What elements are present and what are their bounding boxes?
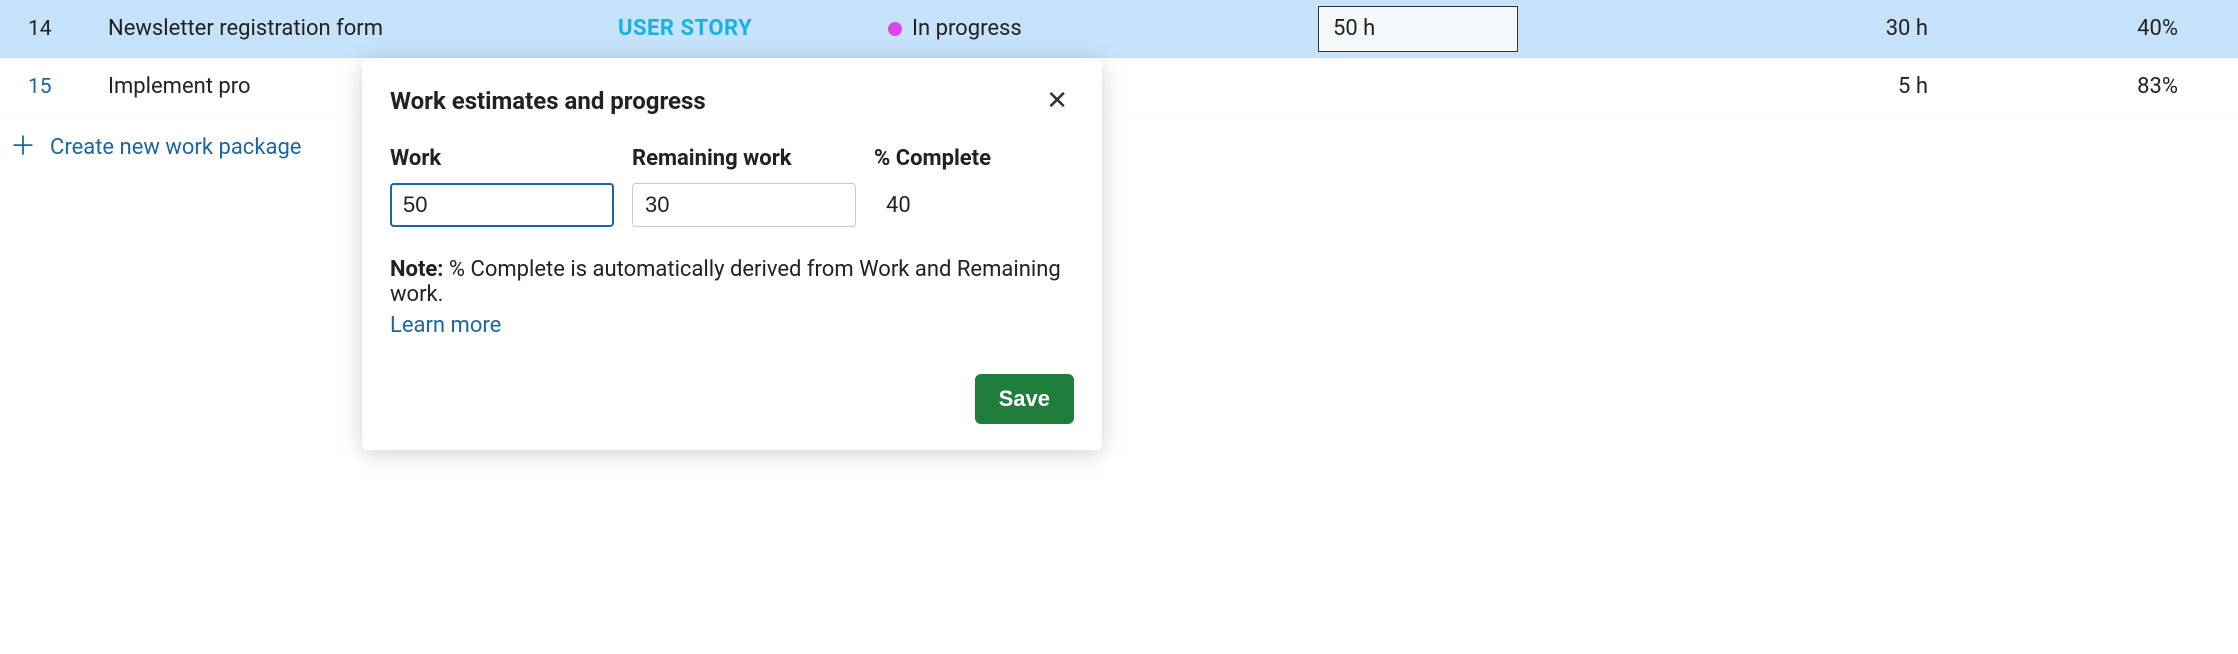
remaining-work-field-group: Remaining work xyxy=(632,146,856,227)
row-type: USER STORY xyxy=(618,16,888,41)
row-work-editing-cell[interactable]: 50 h xyxy=(1318,6,1668,52)
close-button[interactable]: ✕ xyxy=(1040,86,1074,116)
learn-more-link[interactable]: Learn more xyxy=(390,313,501,338)
row-complete[interactable]: 83% xyxy=(1988,74,2238,99)
note-text: % Complete is automatically derived from… xyxy=(390,257,1061,307)
status-dot-icon xyxy=(888,22,902,36)
modal-header: Work estimates and progress ✕ xyxy=(390,86,1074,116)
table-row[interactable]: 14 Newsletter registration form USER STO… xyxy=(0,0,2238,58)
work-label: Work xyxy=(390,146,614,171)
work-field-group: Work xyxy=(390,146,614,227)
table-row[interactable]: 15 Implement pro 5 h 83% xyxy=(0,58,2238,116)
row-id[interactable]: 15 xyxy=(28,75,108,99)
row-remaining[interactable]: 5 h xyxy=(1668,74,1988,99)
close-icon: ✕ xyxy=(1046,86,1068,116)
row-complete[interactable]: 40% xyxy=(1988,16,2238,41)
save-button[interactable]: Save xyxy=(975,374,1074,424)
work-input[interactable] xyxy=(390,183,614,227)
modal-fields: Work Remaining work % Complete 40 xyxy=(390,146,1074,227)
modal-note: Note: % Complete is automatically derive… xyxy=(390,257,1074,307)
create-work-package-link[interactable]: ＋ Create new work package xyxy=(0,116,2238,178)
remaining-work-label: Remaining work xyxy=(632,146,856,171)
work-estimates-modal: Work estimates and progress ✕ Work Remai… xyxy=(362,58,1102,450)
row-subject[interactable]: Newsletter registration form xyxy=(108,16,618,41)
percent-complete-field-group: % Complete 40 xyxy=(874,146,991,227)
work-editing-value[interactable]: 50 h xyxy=(1318,6,1518,52)
row-id[interactable]: 14 xyxy=(28,17,108,41)
modal-title: Work estimates and progress xyxy=(390,87,706,115)
row-status[interactable]: In progress xyxy=(888,16,1318,41)
modal-footer: Save xyxy=(390,374,1074,424)
percent-complete-label: % Complete xyxy=(874,146,991,171)
percent-complete-value: 40 xyxy=(874,183,991,227)
row-remaining[interactable]: 30 h xyxy=(1668,16,1988,41)
remaining-work-input[interactable] xyxy=(632,183,856,227)
status-label: In progress xyxy=(912,16,1022,41)
note-prefix: Note: xyxy=(390,257,443,282)
create-work-package-label: Create new work package xyxy=(50,135,301,160)
plus-icon: ＋ xyxy=(10,134,36,160)
